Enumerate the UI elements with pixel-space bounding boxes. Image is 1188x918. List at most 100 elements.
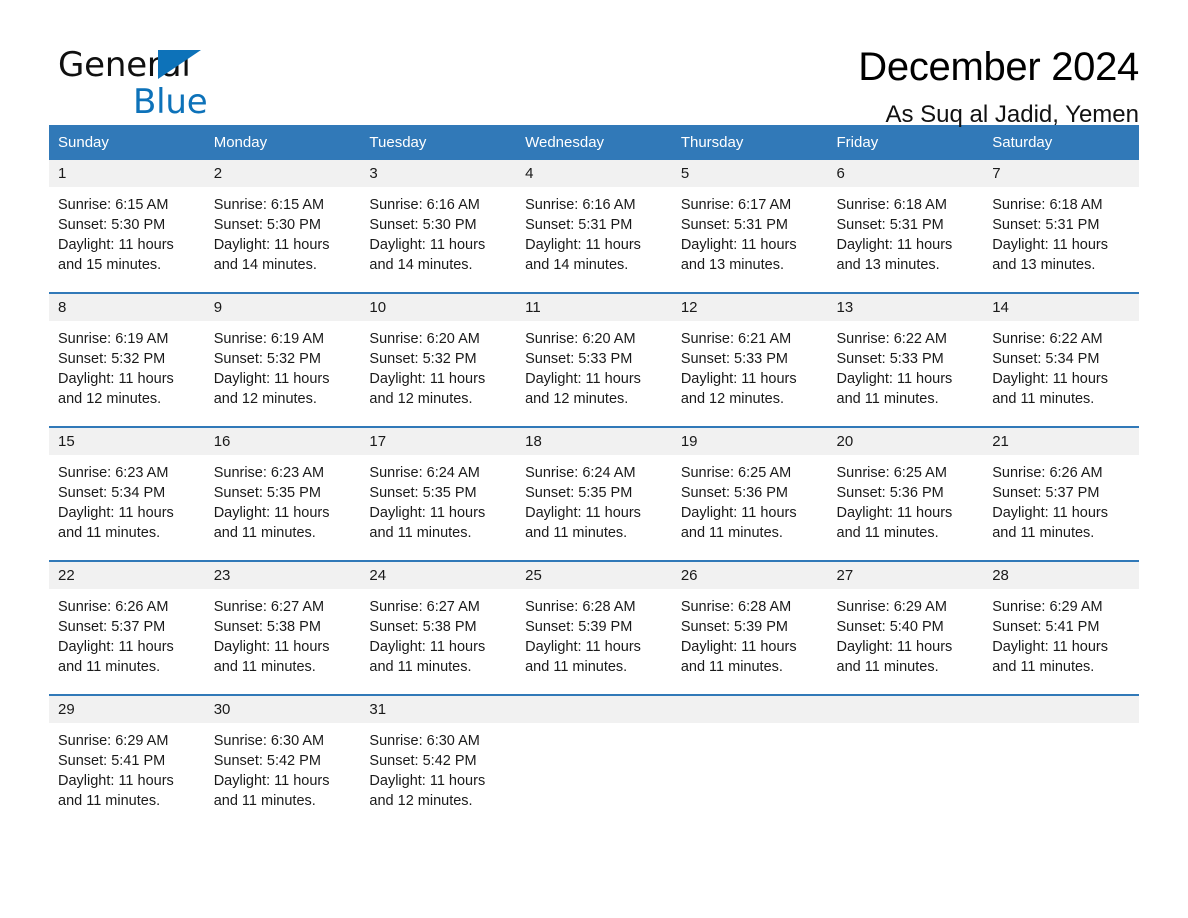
calendar-day-cell[interactable]: 11 Sunrise: 6:20 AM Sunset: 5:33 PM Dayligh… xyxy=(516,292,672,427)
day-daylight-line: Daylight: 11 hours xyxy=(680,237,797,253)
day-daylight-line: and 11 minutes. xyxy=(369,525,472,541)
day-sunset-line: Sunset: 5:32 PM xyxy=(58,351,166,367)
day-daylight-line: Daylight: 11 hours xyxy=(992,639,1109,655)
day-cell-content: 24 Sunrise: 6:27 AM Sunset: 5:38 PM Dayligh… xyxy=(360,562,517,694)
day-sunset-line: Sunset: 5:38 PM xyxy=(369,619,477,635)
day-sunset-line: Sunset: 5:39 PM xyxy=(525,619,633,635)
day-sunset-line: Sunset: 5:37 PM xyxy=(992,485,1100,501)
calendar-day-cell[interactable]: 18 Sunrise: 6:24 AM Sunset: 5:35 PM Dayligh… xyxy=(516,426,672,561)
calendar-day-cell[interactable]: 28 Sunrise: 6:29 AM Sunset: 5:41 PM Dayligh… xyxy=(983,560,1139,695)
day-sunset-line: Sunset: 5:33 PM xyxy=(525,351,633,367)
day-sunrise-line: Sunrise: 6:30 AM xyxy=(213,733,325,749)
day-sun-info: Sunrise: 6:16 AM Sunset: 5:30 PM Daylight:… xyxy=(360,187,516,275)
calendar-day-cell[interactable]: 4 Sunrise: 6:16 AM Sunset: 5:31 PM Daylight… xyxy=(516,160,672,293)
day-sunrise-line: Sunrise: 6:29 AM xyxy=(992,599,1103,615)
day-daylight-line: Daylight: 11 hours xyxy=(525,639,641,655)
calendar-day-cell[interactable]: 26 Sunrise: 6:28 AM Sunset: 5:39 PM Dayligh… xyxy=(671,560,828,695)
calendar-day-cell[interactable]: 24 Sunrise: 6:27 AM Sunset: 5:38 PM Dayligh… xyxy=(360,560,517,695)
day-sun-info: Sunrise: 6:17 AM Sunset: 5:31 PM Daylight:… xyxy=(672,187,828,275)
day-daylight-line: Daylight: 11 hours xyxy=(369,371,486,387)
day-number: 20 xyxy=(827,428,984,455)
day-cell-content: 11 Sunrise: 6:20 AM Sunset: 5:33 PM Dayligh… xyxy=(516,294,672,426)
day-sunrise-line: Sunrise: 6:19 AM xyxy=(213,331,325,347)
day-number: 28 xyxy=(983,562,1139,589)
day-number: 30 xyxy=(204,696,361,723)
calendar-day-cell[interactable]: 19 Sunrise: 6:25 AM Sunset: 5:36 PM Dayligh… xyxy=(671,426,828,561)
day-sunrise-line: Sunrise: 6:21 AM xyxy=(680,331,792,347)
calendar-day-cell[interactable]: 25 Sunrise: 6:28 AM Sunset: 5:39 PM Dayligh… xyxy=(516,560,672,695)
day-sunrise-line: Sunrise: 6:18 AM xyxy=(836,197,947,213)
day-sunset-line: Sunset: 5:30 PM xyxy=(58,217,166,233)
day-sunset-line: Sunset: 5:30 PM xyxy=(369,217,477,233)
day-cell-content: 23 Sunrise: 6:27 AM Sunset: 5:38 PM Dayligh… xyxy=(204,562,361,694)
day-sunset-line: Sunset: 5:34 PM xyxy=(58,485,166,501)
day-daylight-line: Daylight: 11 hours xyxy=(992,371,1109,387)
day-number: 3 xyxy=(360,160,517,187)
day-daylight-line: and 13 minutes. xyxy=(680,257,784,273)
calendar-day-cell[interactable]: 10 Sunrise: 6:20 AM Sunset: 5:32 PM Dayligh… xyxy=(360,292,517,427)
day-cell-content: 6 Sunrise: 6:18 AM Sunset: 5:31 PM Daylight… xyxy=(827,160,984,292)
day-daylight-line: and 13 minutes. xyxy=(836,257,940,273)
calendar-day-cell[interactable]: 21 Sunrise: 6:26 AM Sunset: 5:37 PM Dayligh… xyxy=(983,426,1139,561)
day-cell-content: 8 Sunrise: 6:19 AM Sunset: 5:32 PM Daylight… xyxy=(49,294,205,426)
day-cell-content: 12 Sunrise: 6:21 AM Sunset: 5:33 PM Dayligh… xyxy=(671,294,828,426)
day-sunset-line: Sunset: 5:36 PM xyxy=(836,485,944,501)
day-sun-info: Sunrise: 6:19 AM Sunset: 5:32 PM Daylight:… xyxy=(205,321,361,409)
calendar-day-cell[interactable]: 29 Sunrise: 6:29 AM Sunset: 5:41 PM Dayligh… xyxy=(49,694,205,828)
day-sun-info: Sunrise: 6:19 AM Sunset: 5:32 PM Daylight:… xyxy=(49,321,205,409)
calendar-day-cell[interactable]: 8 Sunrise: 6:19 AM Sunset: 5:32 PM Daylight… xyxy=(49,292,205,427)
day-sun-info: Sunrise: 6:26 AM Sunset: 5:37 PM Daylight:… xyxy=(49,589,205,677)
calendar-day-cell[interactable]: 12 Sunrise: 6:21 AM Sunset: 5:33 PM Dayligh… xyxy=(671,292,828,427)
day-sunrise-line: Sunrise: 6:24 AM xyxy=(369,465,480,481)
day-cell-content: 5 Sunrise: 6:17 AM Sunset: 5:31 PM Daylight… xyxy=(671,160,828,292)
day-daylight-line: Daylight: 11 hours xyxy=(369,773,486,789)
sunrise-sunset-calendar: Sunday Monday Tuesday Wednesday Thursday… xyxy=(49,125,1139,828)
day-number: 5 xyxy=(671,160,828,187)
calendar-day-cell[interactable]: 15 Sunrise: 6:23 AM Sunset: 5:34 PM Dayligh… xyxy=(49,426,205,561)
calendar-day-cell[interactable]: 22 Sunrise: 6:26 AM Sunset: 5:37 PM Dayligh… xyxy=(49,560,205,695)
day-sunrise-line: Sunrise: 6:28 AM xyxy=(680,599,792,615)
day-sun-info: Sunrise: 6:15 AM Sunset: 5:30 PM Daylight:… xyxy=(49,187,205,275)
weekday-header-sunday: Sunday xyxy=(49,125,205,160)
day-sunset-line: Sunset: 5:31 PM xyxy=(680,217,789,233)
day-daylight-line: and 11 minutes. xyxy=(680,659,783,675)
calendar-day-cell[interactable]: 3 Sunrise: 6:16 AM Sunset: 5:30 PM Daylight… xyxy=(360,160,517,293)
calendar-day-cell[interactable]: 9 Sunrise: 6:19 AM Sunset: 5:32 PM Daylight… xyxy=(204,292,361,427)
day-cell-content: 19 Sunrise: 6:25 AM Sunset: 5:36 PM Dayligh… xyxy=(671,428,828,560)
day-sun-info: Sunrise: 6:26 AM Sunset: 5:37 PM Daylight:… xyxy=(983,455,1139,543)
day-sunset-line: Sunset: 5:32 PM xyxy=(369,351,477,367)
day-daylight-line: and 11 minutes. xyxy=(58,659,161,675)
day-sunset-line: Sunset: 5:38 PM xyxy=(213,619,321,635)
calendar-week-row: 1 Sunrise: 6:15 AM Sunset: 5:30 PM Daylight… xyxy=(49,160,1139,293)
calendar-day-cell[interactable]: 17 Sunrise: 6:24 AM Sunset: 5:35 PM Dayligh… xyxy=(360,426,517,561)
day-sunset-line: Sunset: 5:39 PM xyxy=(680,619,789,635)
calendar-day-cell[interactable]: 13 Sunrise: 6:22 AM Sunset: 5:33 PM Dayligh… xyxy=(827,292,984,427)
day-number: 27 xyxy=(827,562,984,589)
calendar-day-cell[interactable]: 7 Sunrise: 6:18 AM Sunset: 5:31 PM Daylight… xyxy=(983,160,1139,293)
day-daylight-line: Daylight: 11 hours xyxy=(369,639,486,655)
calendar-day-cell[interactable]: 6 Sunrise: 6:18 AM Sunset: 5:31 PM Daylight… xyxy=(827,160,984,293)
day-cell-content: 30 Sunrise: 6:30 AM Sunset: 5:42 PM Dayligh… xyxy=(204,696,361,828)
calendar-day-cell[interactable]: 31 Sunrise: 6:30 AM Sunset: 5:42 PM Dayligh… xyxy=(360,694,517,828)
day-sun-info: Sunrise: 6:20 AM Sunset: 5:33 PM Daylight:… xyxy=(516,321,672,409)
calendar-day-cell[interactable]: 16 Sunrise: 6:23 AM Sunset: 5:35 PM Dayligh… xyxy=(204,426,361,561)
day-number: 7 xyxy=(983,160,1139,187)
calendar-day-cell[interactable]: 2 Sunrise: 6:15 AM Sunset: 5:30 PM Daylight… xyxy=(204,160,361,293)
day-daylight-line: and 11 minutes. xyxy=(58,525,161,541)
day-number: 26 xyxy=(671,562,828,589)
calendar-day-cell[interactable]: 20 Sunrise: 6:25 AM Sunset: 5:36 PM Dayligh… xyxy=(827,426,984,561)
day-sun-info: Sunrise: 6:29 AM Sunset: 5:40 PM Daylight:… xyxy=(828,589,984,677)
calendar-day-cell[interactable]: 5 Sunrise: 6:17 AM Sunset: 5:31 PM Daylight… xyxy=(671,160,828,293)
day-sun-info: Sunrise: 6:23 AM Sunset: 5:34 PM Daylight:… xyxy=(49,455,205,543)
weekday-header-tuesday: Tuesday xyxy=(360,125,517,160)
calendar-day-cell[interactable]: 27 Sunrise: 6:29 AM Sunset: 5:40 PM Dayligh… xyxy=(827,560,984,695)
calendar-day-cell[interactable]: 30 Sunrise: 6:30 AM Sunset: 5:42 PM Dayligh… xyxy=(204,694,361,828)
calendar-day-cell[interactable]: 23 Sunrise: 6:27 AM Sunset: 5:38 PM Dayligh… xyxy=(204,560,361,695)
calendar-day-cell[interactable]: 1 Sunrise: 6:15 AM Sunset: 5:30 PM Daylight… xyxy=(49,160,205,293)
day-daylight-line: and 12 minutes. xyxy=(369,793,473,809)
calendar-header-row: Sunday Monday Tuesday Wednesday Thursday… xyxy=(49,125,1139,160)
day-number: 21 xyxy=(983,428,1139,455)
day-cell-content: 21 Sunrise: 6:26 AM Sunset: 5:37 PM Dayligh… xyxy=(983,428,1139,560)
calendar-day-cell[interactable]: 14 Sunrise: 6:22 AM Sunset: 5:34 PM Dayligh… xyxy=(983,292,1139,427)
day-daylight-line: and 14 minutes. xyxy=(369,257,473,273)
